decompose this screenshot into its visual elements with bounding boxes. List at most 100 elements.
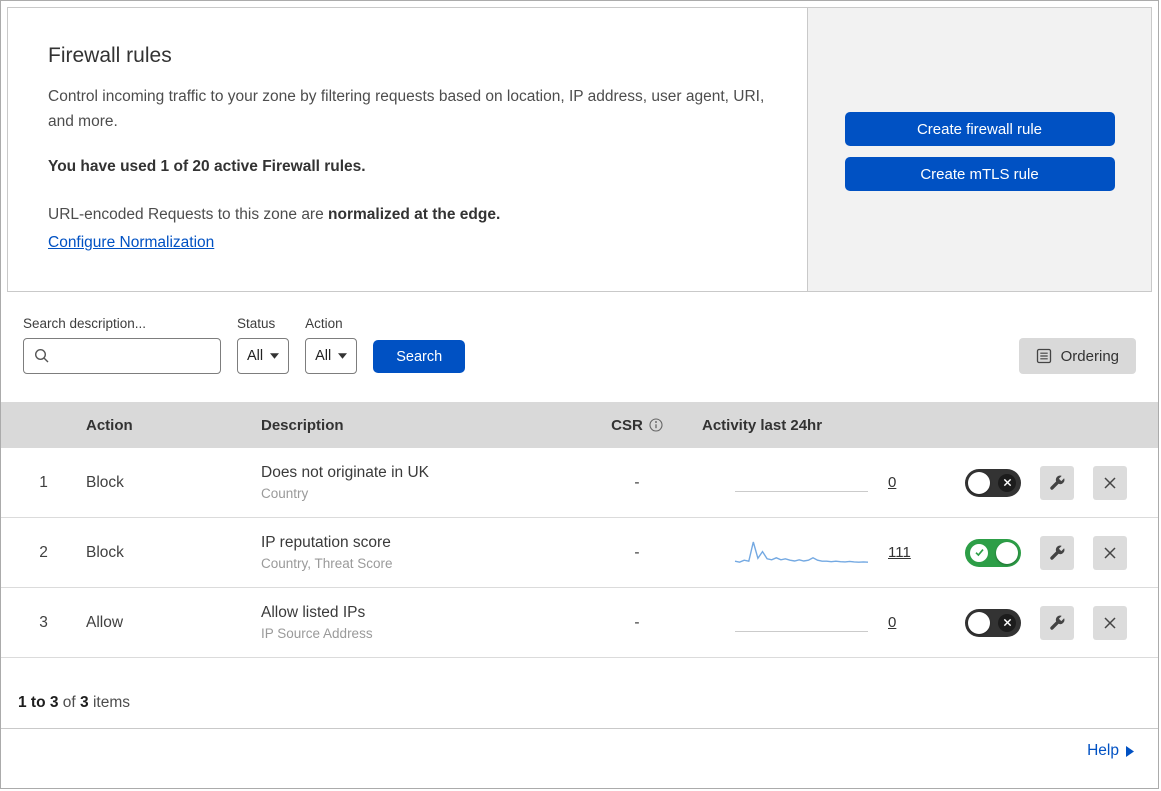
- filter-bar: Search description... Status All Action …: [1, 292, 1158, 402]
- page-description: Control incoming traffic to your zone by…: [48, 88, 765, 131]
- rule-csr: -: [634, 613, 640, 631]
- activity-sparkline: [735, 607, 868, 639]
- wrench-icon: [1050, 545, 1065, 560]
- rule-priority: 3: [39, 613, 48, 631]
- flat-activity-line: [735, 490, 868, 492]
- rule-action: Block: [86, 543, 124, 561]
- overview-card: Firewall rules Control incoming traffic …: [7, 7, 1152, 292]
- close-icon: [1104, 546, 1116, 559]
- delete-rule-button[interactable]: [1093, 465, 1127, 500]
- ordering-button[interactable]: Ordering: [1018, 338, 1136, 374]
- flat-activity-line: [735, 630, 868, 632]
- action-dropdown[interactable]: All: [305, 338, 358, 374]
- wrench-icon: [1050, 475, 1065, 490]
- rule-description: Allow listed IPs: [261, 604, 366, 621]
- activity-sparkline: [735, 467, 868, 499]
- status-label: Status: [237, 316, 276, 331]
- header-activity: Activity last 24hr: [702, 416, 823, 434]
- toggle-knob: [968, 471, 990, 494]
- status-filter-group: Status All: [237, 316, 290, 374]
- table-header-row: Action Description CSR Activity last 24h…: [1, 402, 1158, 448]
- normalization-text: URL-encoded Requests to this zone are: [48, 206, 329, 224]
- page-title: Firewall rules: [48, 44, 172, 67]
- delete-rule-button[interactable]: [1093, 535, 1127, 570]
- rule-csr: -: [634, 473, 640, 491]
- x-icon: [998, 613, 1016, 632]
- x-icon: [998, 473, 1016, 492]
- rule-criteria: Country, Threat Score: [261, 556, 393, 571]
- rule-enabled-toggle[interactable]: [965, 468, 1021, 497]
- rule-activity-cell: 0: [687, 467, 937, 499]
- status-dropdown-value: All: [247, 348, 264, 364]
- activity-count-link[interactable]: 0: [888, 474, 896, 491]
- action-dropdown-value: All: [315, 348, 332, 364]
- search-group: Search description...: [23, 316, 221, 374]
- wrench-icon: [1050, 615, 1065, 630]
- rule-priority: 1: [39, 473, 48, 491]
- header-csr-label: CSR: [611, 416, 643, 434]
- range-of-text: of: [58, 694, 81, 711]
- rule-enabled-toggle[interactable]: [965, 608, 1021, 637]
- search-input[interactable]: [23, 338, 221, 374]
- caret-right-icon: [1126, 745, 1134, 757]
- search-button[interactable]: Search: [373, 340, 466, 373]
- help-link[interactable]: Help: [1087, 742, 1134, 760]
- ordering-button-label: Ordering: [1060, 347, 1119, 365]
- rule-criteria: IP Source Address: [261, 626, 373, 641]
- edit-rule-button[interactable]: [1040, 605, 1074, 640]
- table-row: 2 Block IP reputation score Country, Thr…: [1, 518, 1158, 588]
- edit-rule-button[interactable]: [1040, 535, 1074, 570]
- rule-criteria: Country: [261, 486, 309, 501]
- help-bar: Help: [1, 729, 1158, 773]
- close-icon: [1104, 476, 1116, 489]
- rule-controls: [937, 605, 1158, 640]
- rule-description: Does not originate in UK: [261, 464, 430, 481]
- normalization-bold: normalized at the edge.: [328, 206, 501, 224]
- pagination-summary: 1 to 3 of 3 items: [1, 658, 1158, 729]
- rule-description-cell: Allow listed IPs IP Source Address: [261, 604, 587, 641]
- activity-count-link[interactable]: 0: [888, 614, 896, 631]
- close-icon: [1104, 616, 1116, 629]
- activity-count-link[interactable]: 111: [888, 544, 911, 561]
- chevron-down-icon: [270, 353, 280, 359]
- rule-controls: [937, 465, 1158, 500]
- intro-panel: Firewall rules Control incoming traffic …: [8, 8, 808, 291]
- delete-rule-button[interactable]: [1093, 605, 1127, 640]
- help-label: Help: [1087, 742, 1119, 759]
- header-action: Action: [86, 416, 133, 434]
- rule-description-cell: IP reputation score Country, Threat Scor…: [261, 534, 587, 571]
- rule-csr: -: [634, 543, 640, 561]
- action-filter-group: Action All: [305, 316, 358, 374]
- chevron-down-icon: [338, 353, 348, 359]
- actions-panel: Create firewall rule Create mTLS rule: [808, 8, 1151, 291]
- edit-rule-button[interactable]: [1040, 465, 1074, 500]
- ordering-list-icon: [1036, 348, 1051, 364]
- create-firewall-rule-button[interactable]: Create firewall rule: [844, 112, 1115, 146]
- activity-sparkline: [734, 537, 869, 569]
- firewall-rules-page: Firewall rules Control incoming traffic …: [0, 0, 1159, 789]
- rule-description: IP reputation score: [261, 534, 391, 551]
- check-icon: [970, 543, 988, 562]
- rule-activity-cell: 0: [687, 607, 937, 639]
- rule-controls: [937, 535, 1158, 570]
- item-range: 1 to 3: [18, 694, 59, 711]
- toggle-knob: [968, 611, 990, 634]
- rule-enabled-toggle[interactable]: [965, 538, 1021, 567]
- info-icon[interactable]: [649, 418, 663, 432]
- configure-normalization-link[interactable]: Configure Normalization: [48, 234, 214, 251]
- create-mtls-rule-button[interactable]: Create mTLS rule: [844, 157, 1115, 191]
- item-total: 3: [80, 694, 89, 711]
- rule-priority: 2: [39, 543, 48, 561]
- header-description: Description: [261, 416, 344, 434]
- status-dropdown[interactable]: All: [237, 338, 290, 374]
- search-label: Search description...: [23, 316, 147, 331]
- header-csr: CSR: [587, 417, 687, 434]
- search-field-wrap: [23, 338, 221, 374]
- rule-action: Allow: [86, 613, 124, 631]
- usage-note: You have used 1 of 20 active Firewall ru…: [48, 158, 366, 176]
- toggle-knob: [996, 541, 1018, 564]
- table-row: 3 Allow Allow listed IPs IP Source Addre…: [1, 588, 1158, 658]
- rule-action: Block: [86, 473, 124, 491]
- rule-activity-cell: 111: [687, 537, 937, 569]
- table-row: 1 Block Does not originate in UK Country…: [1, 448, 1158, 518]
